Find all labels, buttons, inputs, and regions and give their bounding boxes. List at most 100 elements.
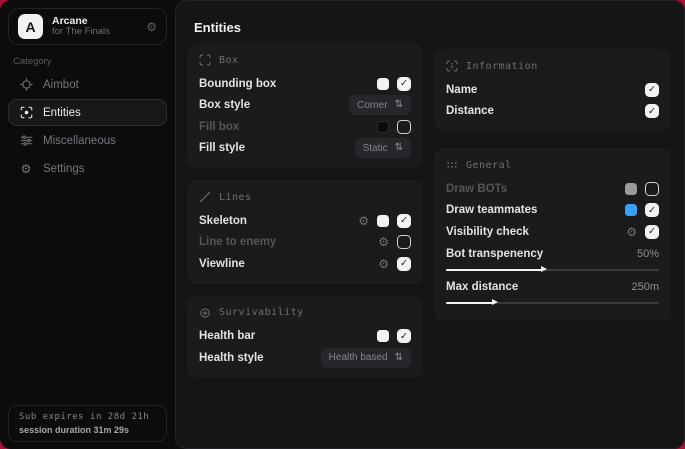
sidebar-item-entities[interactable]: Entities [8,99,167,126]
checkbox-viewline[interactable]: ✓ [397,257,411,271]
row-controls: ✓ [645,83,659,97]
row-fill-box: Fill box [199,116,411,138]
row-settings-gear-icon[interactable]: ⚙ [378,236,389,248]
sidebar-nav: Aimbot EntitiesMiscellaneous ⚙ Settings [8,71,167,182]
page-title: Entities [194,20,241,35]
slider-row-bot-transpenency: Bot transpenency 50% [446,246,659,274]
row-skeleton: Skeleton⚙✓ [199,210,411,232]
category-label: Category [13,56,52,67]
row-label: Visibility check [446,226,626,238]
logo-card: A Arcane for The Finals ⚙ [8,8,167,45]
general-card: General Draw BOTs Draw teammates ✓ Visibilit… [434,148,671,321]
row-label: Box style [199,99,349,111]
row-controls [625,182,659,196]
updown-icon: ⇅ [395,143,403,153]
slider-label: Bot transpenency [446,248,637,260]
color-swatch[interactable] [377,215,389,227]
select-health-style[interactable]: Health based⇅ [321,348,411,368]
row-settings-gear-icon[interactable]: ⚙ [358,215,369,227]
checkbox-skeleton[interactable]: ✓ [397,214,411,228]
checkbox-name[interactable]: ✓ [645,83,659,97]
general-card-header: General [446,159,659,171]
lines-card-header: Lines [199,191,411,203]
checkbox-draw-teammates[interactable]: ✓ [645,203,659,217]
color-swatch[interactable] [625,183,637,195]
row-controls: Corner ⇅ [349,95,411,115]
row-controls: ⚙✓ [626,225,659,239]
row-settings-gear-icon[interactable]: ⚙ [626,226,637,238]
card-title: Lines [219,192,252,203]
sidebar-item-label: Aimbot [43,79,79,91]
checkbox-bounding-box[interactable]: ✓ [397,77,411,91]
slider-label: Max distance [446,281,631,293]
row-label: Fill style [199,142,355,154]
subscription-status-card: Sub expires in 28d 21h session duration … [8,405,167,442]
checkbox-fill-box[interactable] [397,120,411,134]
row-controls: ⚙✓ [358,214,411,228]
column-0: Box Bounding box ✓ Box style Corner ⇅ Fill box… [187,43,423,378]
select-value: Static [363,143,388,154]
row-label: Draw BOTs [446,183,625,195]
cards-container: Box Bounding box ✓ Box style Corner ⇅ Fill box… [187,43,673,378]
backdrop: A Arcane for The Finals ⚙ Category Aimbo… [0,0,685,449]
survivability-card: SurvivabilityHealth bar✓Health styleHeal… [187,296,423,378]
row-label: Name [446,84,645,96]
row-distance: Distance✓ [446,101,659,123]
logo-settings-gear-icon[interactable]: ⚙ [146,20,157,34]
survivability-icon [199,307,211,319]
slider-thumb-icon[interactable] [541,266,547,272]
slider-fill [446,269,542,271]
select-box-style[interactable]: Corner ⇅ [349,95,411,115]
sidebar-item-label: Settings [43,163,85,175]
row-draw-teammates: Draw teammates ✓ [446,200,659,222]
color-swatch[interactable] [377,330,389,342]
sidebar-item-settings[interactable]: ⚙ Settings [8,155,167,182]
row-label: Bounding box [199,78,377,90]
checkbox-line-to-enemy[interactable] [397,235,411,249]
card-title: Survivability [219,307,304,318]
slider-thumb-icon[interactable] [492,299,498,305]
updown-icon: ⇅ [395,100,403,110]
color-swatch[interactable] [377,121,389,133]
row-settings-gear-icon[interactable]: ⚙ [378,258,389,270]
checkbox-distance[interactable]: ✓ [645,104,659,118]
select-value: Corner [357,100,388,111]
row-bounding-box: Bounding box ✓ [199,73,411,95]
row-label: Fill box [199,121,377,133]
box-card-header: Box [199,54,411,66]
sub-expires-text: Sub expires in 28d 21h [19,412,156,422]
card-title: Box [219,55,239,66]
gear-icon: ⚙ [19,162,33,176]
row-line-to-enemy: Line to enemy⚙ [199,232,411,254]
checkbox-health-bar[interactable]: ✓ [397,329,411,343]
row-label: Draw teammates [446,204,625,216]
card-title: General [466,160,512,171]
color-swatch[interactable] [625,204,637,216]
session-duration-text: session duration 31m 29s [19,425,156,435]
select-fill-style[interactable]: Static ⇅ [355,138,411,158]
row-health-bar: Health bar✓ [199,326,411,348]
information-card: InformationName✓Distance✓ [434,49,671,131]
slider-fill [446,302,493,304]
row-visibility-check: Visibility check⚙✓ [446,221,659,243]
app-window: A Arcane for The Finals ⚙ Category Aimbo… [0,0,685,449]
slider-labels: Max distance 250m [446,279,659,295]
line-icon [199,191,211,203]
box-card: Box Bounding box ✓ Box style Corner ⇅ Fill box… [187,43,423,168]
row-box-style: Box style Corner ⇅ [199,95,411,117]
slider-row-max-distance: Max distance 250m [446,279,659,307]
checkbox-draw-bots[interactable] [645,182,659,196]
slider-track-bot-transpenency[interactable] [446,266,659,274]
general-grid-icon [446,159,458,171]
slider-value: 250m [631,281,659,293]
slider-labels: Bot transpenency 50% [446,246,659,262]
row-controls [377,120,411,134]
slider-track-max-distance[interactable] [446,299,659,307]
box-corners-icon [199,54,211,66]
lines-card: LinesSkeleton⚙✓Line to enemy⚙Viewline⚙✓ [187,180,423,284]
sidebar-item-aimbot[interactable]: Aimbot [8,71,167,98]
color-swatch[interactable] [377,78,389,90]
sidebar-item-miscellaneous[interactable]: Miscellaneous [8,127,167,154]
checkbox-visibility-check[interactable]: ✓ [645,225,659,239]
row-viewline: Viewline⚙✓ [199,253,411,275]
